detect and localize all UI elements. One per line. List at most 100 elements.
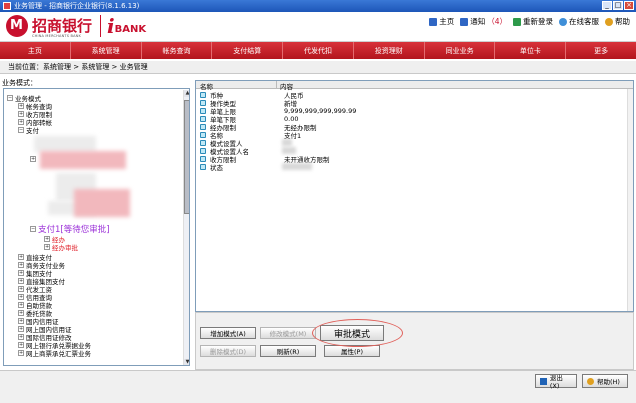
redacted-value [282, 139, 292, 146]
help-icon [605, 17, 613, 26]
tree-item[interactable]: + 经办审批 [44, 243, 78, 252]
help-link[interactable]: 帮助 [605, 16, 630, 27]
ibank-text: BANK [114, 24, 147, 35]
tree-item[interactable]: + [30, 155, 38, 163]
app-icon [3, 2, 11, 10]
expand-icon[interactable]: + [18, 294, 24, 300]
bottom-bar: 退出(X) 帮助(H) [0, 370, 636, 403]
expand-icon[interactable]: + [18, 318, 24, 324]
expand-icon[interactable]: + [44, 244, 50, 250]
modify-mode-button[interactable]: 修改模式(M) [260, 327, 316, 339]
collapse-icon[interactable]: − [7, 95, 13, 101]
relogin-label: 重新登录 [523, 17, 553, 26]
property-icon [200, 100, 206, 106]
exit-label: 退出(X) [549, 374, 563, 390]
notify-count: （4） [487, 17, 507, 26]
nav-item-accounts[interactable]: 帐务查询 [142, 42, 213, 59]
property-icon [200, 116, 206, 122]
expand-icon[interactable]: + [18, 278, 24, 284]
scroll-up-icon[interactable]: ▲ [184, 90, 189, 97]
expand-icon[interactable]: + [18, 326, 24, 332]
minimize-icon[interactable]: _ [602, 1, 612, 10]
close-icon[interactable]: × [624, 1, 634, 10]
collapse-icon[interactable]: − [30, 225, 36, 232]
property-icon [200, 92, 206, 98]
mode-label: 业务模式： [2, 79, 37, 87]
grid-scrollbar[interactable] [627, 89, 633, 311]
property-name: 状态 [210, 164, 223, 172]
nav-item-payment[interactable]: 支付结算 [212, 42, 284, 59]
delete-mode-button[interactable]: 删除模式(D) [200, 345, 256, 357]
expand-icon[interactable]: + [18, 342, 24, 348]
window-controls: _ □ × [602, 1, 634, 10]
cmb-logo-icon [6, 15, 28, 37]
mode-tree[interactable]: − 业务模式 + 帐务查询 + 收方限制 + 内部转帐 − 支付 + − 支付1[等待您审批… [3, 88, 190, 366]
exit-button[interactable]: 退出(X) [535, 374, 577, 390]
expand-icon[interactable]: + [18, 302, 24, 308]
help-icon [587, 377, 594, 385]
tree-item-pending[interactable]: − 支付1[等待您审批] [30, 223, 110, 235]
tree-item[interactable]: + 网上商票承兑汇票业务 [18, 349, 91, 358]
nav-item-home[interactable]: 主页 [0, 42, 71, 59]
expand-icon[interactable]: + [18, 334, 24, 340]
tree-scrollbar[interactable]: ▲ ▼ [183, 90, 189, 365]
expand-icon[interactable]: + [18, 111, 24, 117]
column-divider[interactable] [276, 81, 277, 89]
home-link[interactable]: 主页 [429, 16, 454, 27]
main-nav: 主页 系统管理 帐务查询 支付结算 代发代扣 投资理财 同业业务 单位卡 更多 [0, 42, 636, 59]
property-icon [200, 156, 206, 162]
scroll-down-icon[interactable]: ▼ [184, 359, 189, 365]
expand-icon[interactable]: + [18, 254, 24, 260]
help-button[interactable]: 帮助(H) [582, 374, 628, 388]
redacted-block [74, 189, 130, 217]
expand-icon[interactable]: + [18, 103, 24, 109]
property-icon [200, 164, 206, 170]
online-service-link[interactable]: 在线客服 [559, 16, 599, 27]
action-panel [195, 312, 634, 370]
app-header: 招商银行 CHINA MERCHANTS BANK i BANK 主页 通知（4… [0, 12, 636, 42]
mail-icon [460, 17, 469, 26]
tree-label: 网上商票承兑汇票业务 [26, 350, 91, 358]
expand-icon[interactable]: + [30, 156, 36, 162]
expand-icon[interactable]: + [18, 286, 24, 292]
expand-icon[interactable]: + [18, 310, 24, 316]
expand-icon[interactable]: + [44, 236, 50, 242]
home-icon [429, 17, 438, 26]
expand-icon[interactable]: + [18, 350, 24, 356]
collapse-icon[interactable]: − [18, 127, 24, 133]
nav-item-system[interactable]: 系统管理 [71, 42, 142, 59]
nav-item-agency[interactable]: 代发代扣 [283, 42, 354, 59]
redacted-value [282, 163, 312, 170]
add-mode-button[interactable]: 增加模式(A) [200, 327, 256, 339]
bank-logo: 招商银行 CHINA MERCHANTS BANK i BANK [6, 15, 147, 38]
nav-item-invest[interactable]: 投资理财 [354, 42, 425, 59]
nav-item-interbank[interactable]: 同业业务 [425, 42, 496, 59]
notify-link[interactable]: 通知 （4） [460, 16, 507, 27]
exit-icon [540, 377, 547, 385]
tree-item[interactable]: − 支付 [18, 126, 39, 135]
nav-item-more[interactable]: 更多 [566, 42, 636, 59]
property-grid: 名称 内容 币种 人民币 操作类型 新增 单笔上限 9,999,999,999,999… [195, 80, 634, 312]
refresh-button[interactable]: 刷新(R) [260, 345, 316, 357]
expand-icon[interactable]: + [18, 119, 24, 125]
bank-name: 招商银行 [32, 17, 93, 35]
property-value: 9,999,999,999,999.99 [284, 107, 357, 115]
scroll-thumb[interactable] [184, 100, 189, 214]
pending-label: 支付1[等待您审批] [38, 224, 110, 235]
nav-item-card[interactable]: 单位卡 [495, 42, 567, 59]
service-icon [559, 17, 567, 26]
highlight-ellipse [312, 319, 403, 347]
grid-header: 名称 内容 [196, 81, 633, 91]
relogin-link[interactable]: 重新登录 [513, 16, 553, 27]
help-label: 帮助 [615, 17, 630, 26]
property-icon [200, 124, 206, 130]
breadcrumb: 当前位置：系统管理 > 系统管理 > 业务管理 [0, 61, 636, 74]
logo-divider [100, 15, 102, 37]
tree-label: 支付 [26, 127, 39, 135]
expand-icon[interactable]: + [18, 270, 24, 276]
expand-icon[interactable]: + [18, 262, 24, 268]
property-icon [200, 132, 206, 138]
maximize-icon[interactable]: □ [613, 1, 623, 10]
property-icon [200, 148, 206, 154]
property-icon [200, 108, 206, 114]
